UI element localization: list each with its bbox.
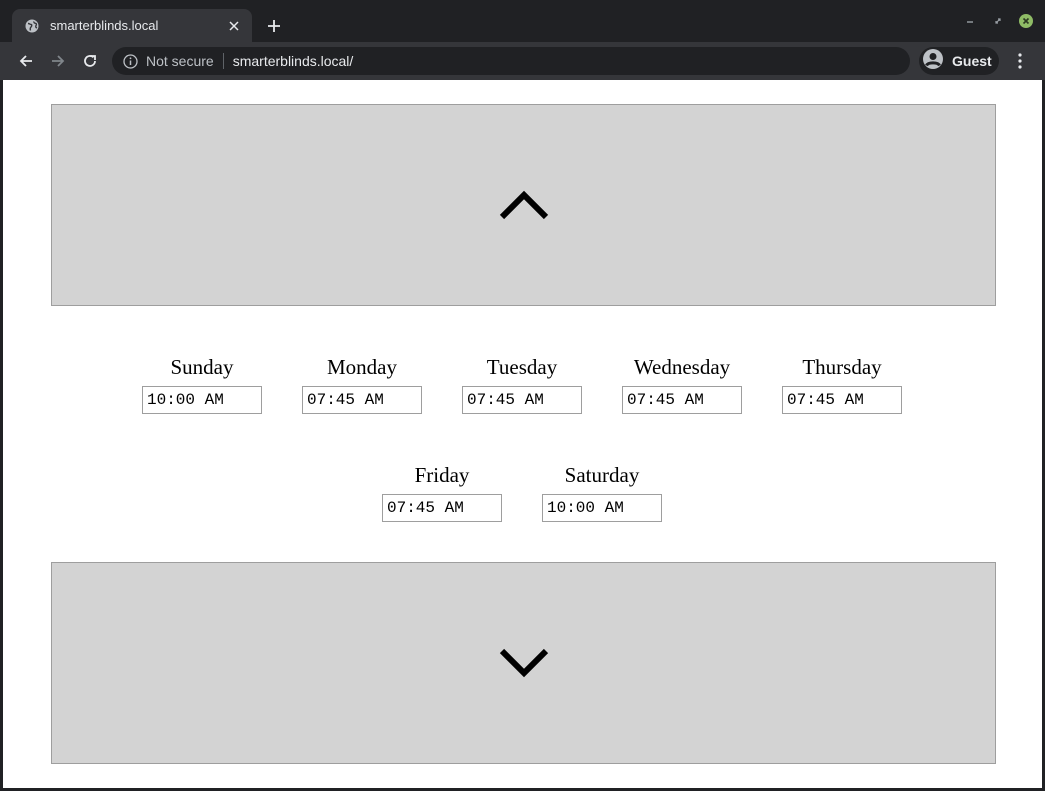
address-bar[interactable]: Not secure smarterblinds.local/ (112, 47, 910, 75)
day-wednesday: Wednesday 07:45 AM (622, 354, 742, 414)
forward-arrow-icon[interactable] (46, 49, 70, 73)
day-label: Wednesday (633, 355, 731, 379)
day-label: Sunday (170, 355, 234, 379)
day-label: Friday (414, 463, 470, 487)
security-label: Not secure (146, 53, 214, 69)
profile-button[interactable]: Guest (919, 47, 999, 75)
day-saturday: Saturday 10:00 AM (542, 462, 662, 522)
saturday-time-input[interactable]: 10:00 AM (542, 494, 662, 522)
maximize-icon[interactable] (990, 13, 1006, 29)
chevron-down-icon (499, 648, 548, 678)
page-viewport: Sunday 10:00 AM Monday 07:45 AM Tuesday … (3, 80, 1042, 788)
omnibox-divider (222, 53, 224, 69)
browser-toolbar: Not secure smarterblinds.local/ Guest (0, 42, 1045, 80)
tab-title: smarterblinds.local (50, 18, 159, 33)
monday-time-input[interactable]: 07:45 AM (302, 386, 422, 414)
day-label: Tuesday (486, 355, 558, 379)
new-tab-button[interactable] (263, 15, 285, 37)
back-arrow-icon[interactable] (14, 49, 38, 73)
wednesday-time-input[interactable]: 07:45 AM (622, 386, 742, 414)
day-sunday: Sunday 10:00 AM (142, 354, 262, 414)
globe-icon (24, 18, 40, 34)
minimize-icon[interactable] (962, 13, 978, 29)
sunday-time-input[interactable]: 10:00 AM (142, 386, 262, 414)
tab-strip: smarterblinds.local (0, 0, 1045, 42)
day-thursday: Thursday 07:45 AM (782, 354, 902, 414)
thursday-time-input[interactable]: 07:45 AM (782, 386, 902, 414)
browser-tab[interactable]: smarterblinds.local (12, 9, 252, 42)
friday-time-input[interactable]: 07:45 AM (382, 494, 502, 522)
blinds-down-button[interactable] (51, 562, 996, 764)
day-tuesday: Tuesday 07:45 AM (462, 354, 582, 414)
day-friday: Friday 07:45 AM (382, 462, 502, 522)
reload-icon[interactable] (78, 49, 102, 73)
close-tab-icon[interactable] (226, 18, 242, 34)
url-text[interactable]: smarterblinds.local/ (233, 53, 354, 69)
window-close-icon[interactable] (1018, 13, 1034, 29)
kebab-menu-icon[interactable] (1010, 49, 1030, 73)
profile-label: Guest (952, 53, 992, 69)
day-label: Saturday (564, 463, 640, 487)
day-monday: Monday 07:45 AM (302, 354, 422, 414)
blinds-up-button[interactable] (51, 104, 996, 306)
day-label: Thursday (802, 355, 882, 379)
info-icon[interactable] (122, 53, 138, 69)
avatar-icon (922, 48, 944, 75)
chevron-up-icon (499, 190, 548, 220)
tuesday-time-input[interactable]: 07:45 AM (462, 386, 582, 414)
day-label: Monday (327, 355, 397, 379)
